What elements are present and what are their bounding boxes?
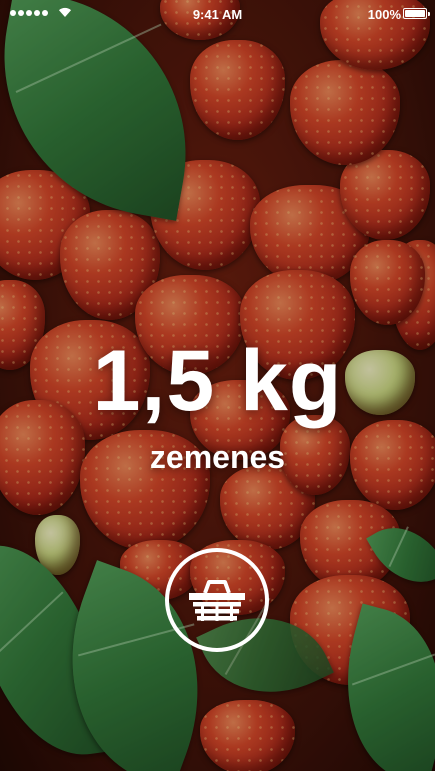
battery-icon xyxy=(403,8,430,19)
status-bar: 9:41 AM 100% xyxy=(0,0,435,28)
battery-percent: 100% xyxy=(367,7,401,22)
quantity-label: 1,5 kg xyxy=(92,333,343,429)
basket-icon xyxy=(189,580,245,621)
product-name: zemenes xyxy=(149,439,286,475)
add-to-basket-button[interactable] xyxy=(165,548,269,652)
